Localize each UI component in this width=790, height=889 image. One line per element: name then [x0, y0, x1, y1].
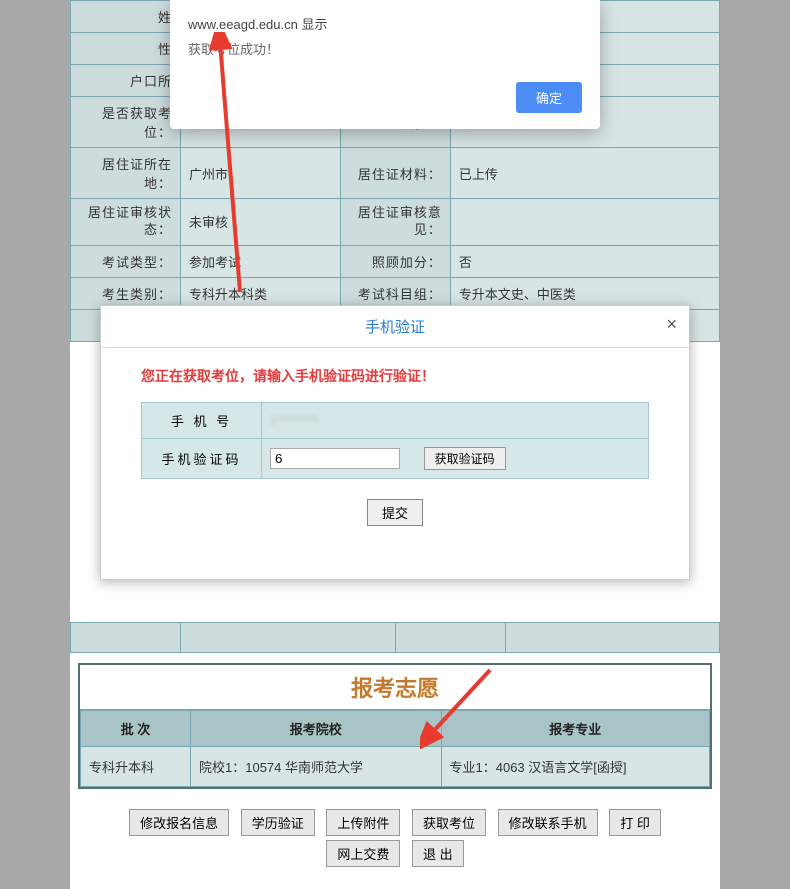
edit-info-button[interactable]: 修改报名信息	[129, 809, 229, 836]
label-exam-type: 考试类型：	[71, 245, 181, 277]
phone-verify-modal: 手机验证 × 您正在获取考位，请输入手机验证码进行验证！ 手 机 号 1****…	[100, 305, 690, 580]
phone-code-label: 手机验证码	[142, 439, 262, 479]
button-bar: 修改报名信息 学历验证 上传附件 获取考位 修改联系手机 打 印 网上交费 退 …	[70, 799, 720, 889]
label-residence: 居住证所在地：	[71, 148, 181, 199]
alert-message: 获取考位成功！	[188, 39, 582, 58]
pay-online-button[interactable]: 网上交费	[326, 840, 400, 867]
filler-value-a	[181, 622, 396, 652]
wish-batch-value: 专科升本科	[81, 746, 191, 786]
label-opinion: 居住证审核意见：	[340, 199, 450, 246]
get-code-button[interactable]: 获取验证码	[424, 447, 506, 470]
phone-number-cell: 1********	[262, 403, 649, 439]
close-icon[interactable]: ×	[666, 314, 677, 335]
wish-col-batch: 批 次	[81, 710, 191, 746]
value-material: 已上传	[450, 148, 719, 199]
get-seat-button[interactable]: 获取考位	[412, 809, 486, 836]
alert-ok-button[interactable]: 确定	[516, 82, 582, 113]
wish-col-major: 报考专业	[441, 710, 710, 746]
phone-modal-warning: 您正在获取考位，请输入手机验证码进行验证！	[141, 366, 649, 386]
phone-code-cell: 获取验证码	[262, 439, 649, 479]
filler-value-b	[505, 622, 720, 652]
phone-number-value: 1********	[270, 413, 318, 428]
wish-title: 报考志愿	[80, 665, 710, 710]
wish-major-value: 专业1：4063 汉语言文学[函授]	[441, 746, 710, 786]
phone-modal-header: 手机验证 ×	[101, 306, 689, 348]
value-residence: 广州市	[181, 148, 341, 199]
label-sex: 性	[71, 33, 181, 65]
label-bonus: 照顾加分：	[340, 245, 450, 277]
value-exam-type: 参加考试	[181, 245, 341, 277]
value-bonus: 否	[450, 245, 719, 277]
phone-submit-button[interactable]: 提交	[367, 499, 423, 526]
phone-submit-row: 提交	[141, 499, 649, 526]
label-name: 姓	[71, 1, 181, 33]
upload-attach-button[interactable]: 上传附件	[326, 809, 400, 836]
filler-label-b	[395, 622, 505, 652]
label-material: 居住证材料：	[340, 148, 450, 199]
phone-number-label: 手 机 号	[142, 403, 262, 439]
filler-table	[70, 622, 720, 653]
wish-school-value: 院校1：10574 华南师范大学	[191, 746, 442, 786]
browser-alert: www.eeagd.edu.cn 显示 获取考位成功！ 确定	[170, 0, 600, 129]
filler-label-a	[71, 622, 181, 652]
wish-table: 批 次 报考院校 报考专业 专科升本科 院校1：10574 华南师范大学 专业1…	[80, 710, 710, 787]
phone-modal-title: 手机验证	[365, 319, 425, 336]
label-review: 居住证审核状态：	[71, 199, 181, 246]
phone-modal-body: 您正在获取考位，请输入手机验证码进行验证！ 手 机 号 1******** 手机…	[101, 348, 689, 544]
value-opinion	[450, 199, 719, 246]
print-button[interactable]: 打 印	[609, 809, 661, 836]
wish-col-school: 报考院校	[191, 710, 442, 746]
label-seat: 是否获取考位：	[71, 97, 181, 148]
wish-box: 报考志愿 批 次 报考院校 报考专业 专科升本科 院校1：10574 华南师范大…	[78, 663, 712, 789]
exit-button[interactable]: 退 出	[412, 840, 464, 867]
edu-verify-button[interactable]: 学历验证	[241, 809, 315, 836]
value-review: 未审核	[181, 199, 341, 246]
phone-form: 手 机 号 1******** 手机验证码 获取验证码	[141, 402, 649, 479]
edit-phone-button[interactable]: 修改联系手机	[498, 809, 598, 836]
phone-code-input[interactable]	[270, 448, 400, 469]
alert-domain: www.eeagd.edu.cn 显示	[188, 14, 582, 33]
label-hukou: 户口所	[71, 65, 181, 97]
